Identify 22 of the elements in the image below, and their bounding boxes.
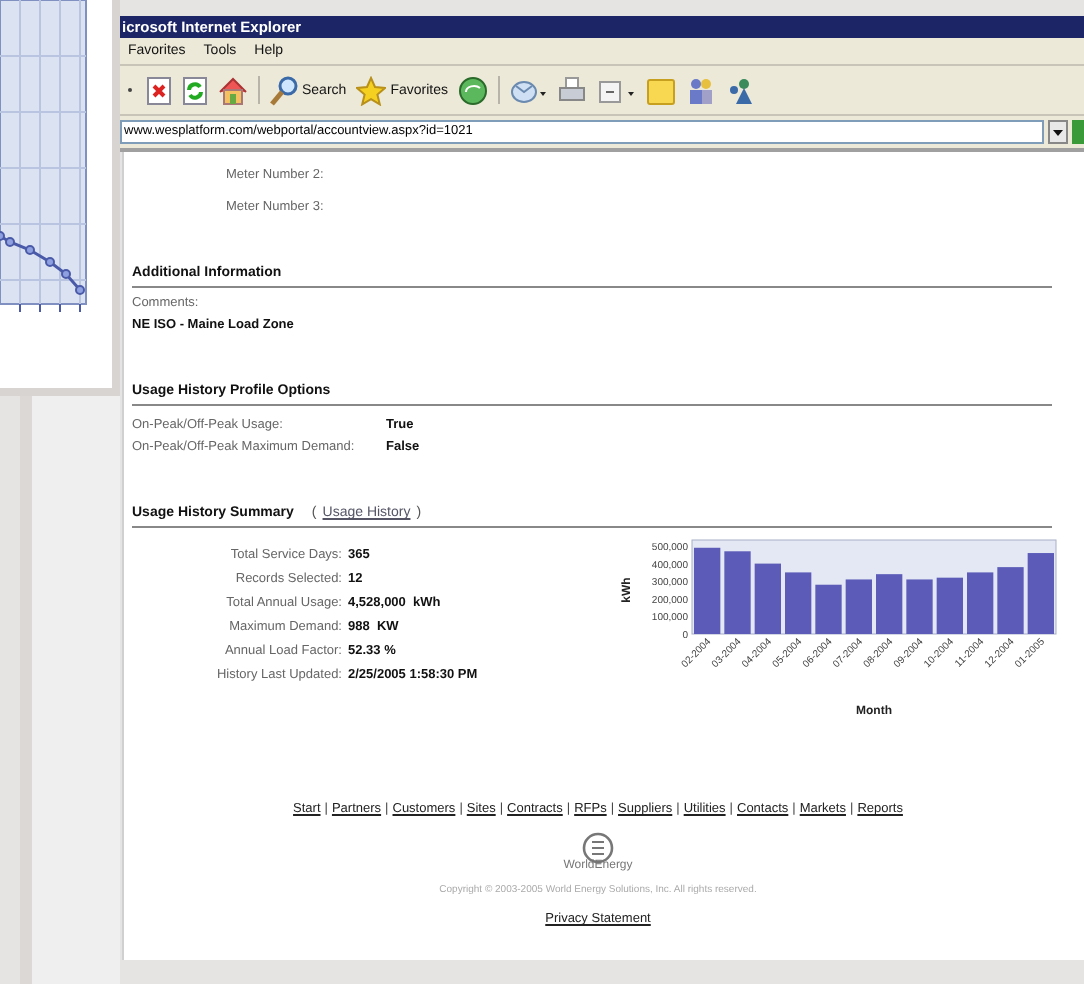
bar	[694, 547, 721, 634]
mail-icon[interactable]	[509, 75, 548, 105]
bar	[815, 584, 842, 634]
bar	[967, 572, 994, 634]
star-icon	[356, 75, 387, 105]
bar	[724, 551, 751, 634]
people-icon[interactable]	[685, 75, 716, 105]
dropdown-icon[interactable]	[1048, 120, 1068, 144]
edit-icon[interactable]	[595, 75, 636, 105]
bar	[1027, 553, 1054, 634]
bar	[906, 579, 933, 634]
bar	[997, 567, 1024, 634]
home-icon[interactable]	[218, 75, 248, 105]
search-icon	[270, 75, 298, 105]
bar	[785, 572, 812, 634]
printer-icon[interactable]	[557, 75, 586, 105]
bar	[845, 579, 872, 634]
bar	[876, 574, 903, 634]
refresh-icon[interactable]	[182, 75, 208, 105]
media-icon[interactable]	[457, 75, 488, 105]
stop-icon[interactable]	[146, 75, 172, 105]
messenger-icon[interactable]	[725, 75, 756, 105]
